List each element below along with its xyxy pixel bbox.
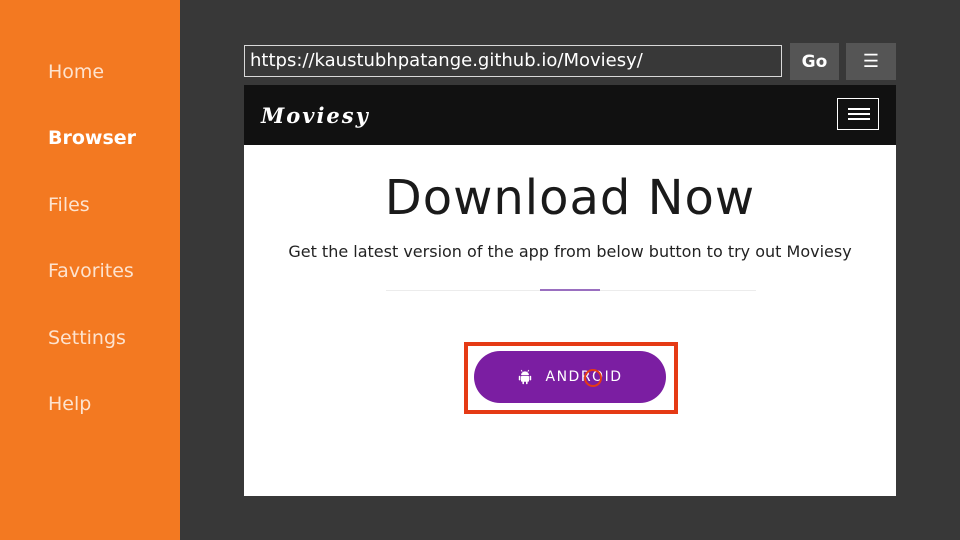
site-header: Moviesy [244,85,896,145]
hamburger-bar-icon [848,113,870,115]
sidebar-item-favorites[interactable]: Favorites [48,259,173,283]
go-button[interactable]: Go [790,43,839,80]
site-logo[interactable]: Moviesy [261,103,370,129]
page-title: Download Now [384,170,756,226]
android-download-button[interactable]: ANDROID [474,351,666,403]
sidebar: Home Browser Files Favorites Settings He… [0,0,180,540]
cursor-pointer-icon [584,369,602,387]
sidebar-item-files[interactable]: Files [48,193,173,217]
divider-accent [540,289,600,291]
browser-menu-button[interactable]: ☰ [846,43,896,80]
url-input[interactable]: https://kaustubhpatange.github.io/Movies… [244,45,782,77]
hamburger-menu-icon: ☰ [862,51,880,71]
page-subtitle: Get the latest version of the app from b… [288,242,852,261]
sidebar-item-help[interactable]: Help [48,392,173,416]
hamburger-bar-icon [848,118,870,120]
hamburger-bar-icon [848,108,870,110]
sidebar-item-home[interactable]: Home [48,60,173,84]
android-icon [518,369,531,385]
sidebar-item-settings[interactable]: Settings [48,326,173,350]
web-view: Moviesy Download Now Get the latest vers… [244,85,896,496]
site-nav-toggle[interactable] [837,98,879,130]
sidebar-item-browser[interactable]: Browser [48,126,173,150]
